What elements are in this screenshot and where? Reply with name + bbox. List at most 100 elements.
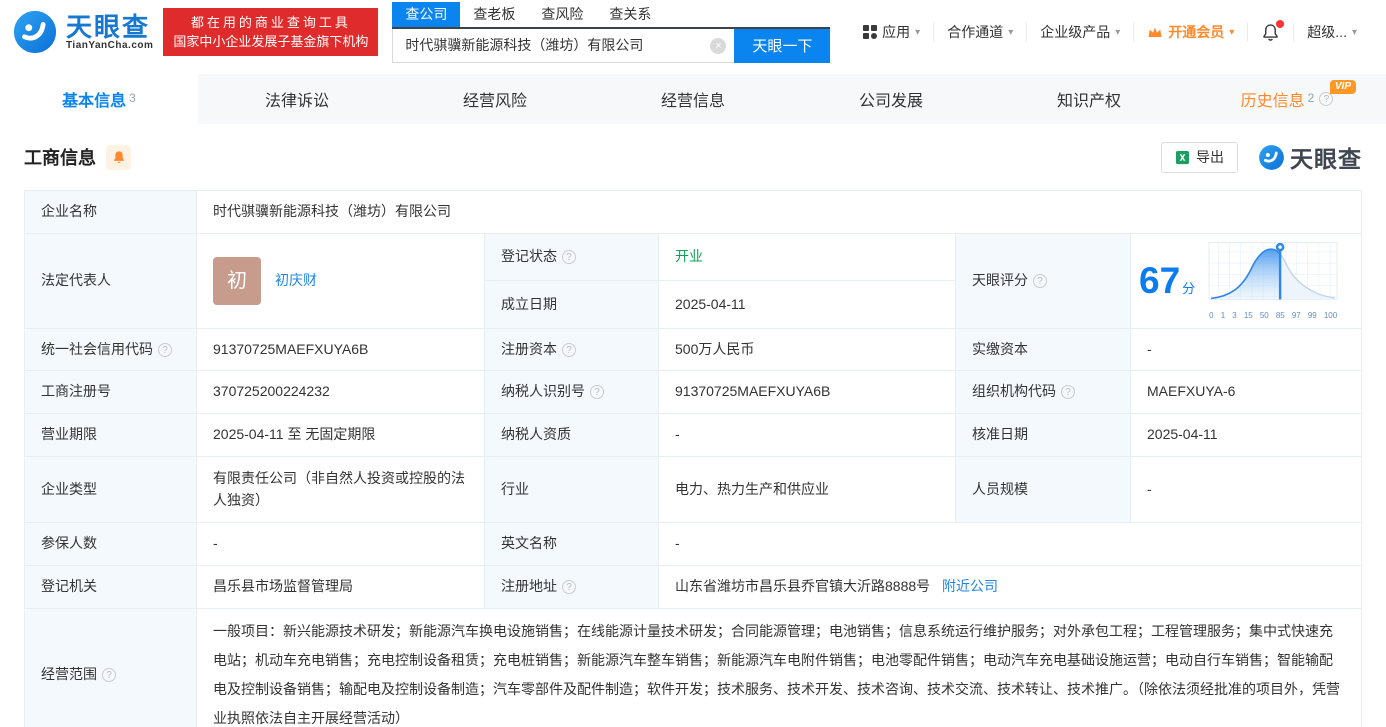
table-row: 登记机关 昌乐县市场监督管理局 注册地址? 山东省潍坊市昌乐县乔官镇大沂路888…: [24, 565, 1362, 610]
field-label: 注册资本?: [484, 328, 659, 372]
score-unit: 分: [1182, 281, 1196, 297]
credit-code-value: 91370725MAEFXUYA6B: [196, 328, 485, 372]
field-label: 参保人数: [24, 522, 197, 567]
search-tabs: 查公司 查老板 查风险 查关系: [392, 1, 831, 29]
help-icon[interactable]: ?: [1061, 385, 1075, 400]
bell-icon: [113, 150, 124, 163]
clear-search-icon[interactable]: ×: [710, 37, 727, 54]
export-label: 导出: [1196, 149, 1224, 165]
tab-operating-info[interactable]: 经营信息: [594, 74, 792, 124]
nearby-companies-link[interactable]: 附近公司: [942, 578, 998, 594]
search-area: 查公司 查老板 查风险 查关系 × 天眼一下: [392, 1, 831, 63]
business-info-table: 企业名称 时代骐骥新能源科技（潍坊）有限公司 法定代表人 初 初庆财 登记状态?…: [24, 190, 1362, 727]
search-tab-relation[interactable]: 查关系: [596, 2, 664, 27]
menu-enterprise-products[interactable]: 企业级产品 ▾: [1026, 22, 1133, 42]
chevron-down-icon: ▾: [1115, 26, 1121, 38]
field-label: 纳税人识别号?: [484, 370, 659, 415]
paid-capital-value: -: [1130, 328, 1362, 372]
watermark-text: 天眼查: [1290, 146, 1362, 172]
brand-name: 天眼查: [66, 11, 151, 42]
chevron-down-icon: ▾: [1008, 26, 1014, 38]
help-icon[interactable]: ?: [1033, 274, 1047, 289]
tab-company-development[interactable]: 公司发展: [792, 74, 990, 124]
field-label: 登记状态?: [484, 233, 659, 281]
top-header: 天眼查 TianYanCha.com 都在用的商业查询工具 国家中小企业发展子基…: [0, 0, 1386, 64]
tab-history-info[interactable]: 历史信息 2 ? VIP: [1188, 74, 1386, 124]
tab-intellectual-property[interactable]: 知识产权: [990, 74, 1188, 124]
table-row: 工商注册号 370725200224232 纳税人识别号? 91370725MA…: [24, 370, 1362, 415]
brand-domain: TianYanCha.com: [66, 39, 154, 51]
export-button[interactable]: 导出: [1161, 141, 1238, 173]
menu-notifications[interactable]: [1247, 19, 1293, 42]
field-label: 纳税人资质: [484, 413, 659, 458]
menu-apps-label: 应用: [882, 24, 911, 40]
avatar[interactable]: 初: [213, 257, 261, 306]
menu-cooperation[interactable]: 合作通道 ▾: [933, 22, 1026, 42]
search-tab-risk[interactable]: 查风险: [528, 2, 596, 27]
subscribe-bell-badge[interactable]: [106, 144, 131, 170]
section-title: 工商信息: [24, 148, 96, 168]
search-tab-boss[interactable]: 查老板: [460, 2, 528, 27]
field-label: 成立日期: [484, 279, 659, 330]
menu-vip-label: 开通会员: [1168, 24, 1225, 40]
menu-super-vip[interactable]: 超级... ▾: [1293, 22, 1370, 42]
search-input[interactable]: [392, 28, 735, 63]
reg-status-value: 开业: [658, 233, 956, 281]
tianyancha-logo-icon: [13, 10, 57, 54]
promo-banner[interactable]: 都在用的商业查询工具 国家中小企业发展子基金旗下机构: [163, 8, 379, 56]
legal-rep-link[interactable]: 初庆财: [275, 270, 317, 292]
tab-legal-proceedings[interactable]: 法律诉讼: [198, 74, 396, 124]
field-label: 英文名称: [484, 522, 659, 567]
staff-size-value: -: [1130, 456, 1362, 524]
help-icon[interactable]: ?: [562, 580, 576, 595]
reg-capital-value: 500万人民币: [658, 328, 956, 372]
company-type-value: 有限责任公司（非自然人投资或控股的法人独资）: [196, 456, 485, 524]
apps-grid-icon: [863, 25, 878, 39]
excel-icon: [1175, 150, 1190, 164]
menu-vip[interactable]: 开通会员 ▾: [1133, 22, 1247, 42]
tab-basic-info[interactable]: 基本信息 3: [0, 74, 198, 124]
status-open-link[interactable]: 开业: [675, 248, 703, 264]
search-button[interactable]: 天眼一下: [734, 28, 831, 63]
menu-super-label: 超级...: [1307, 24, 1347, 40]
reg-address-cell: 山东省潍坊市昌乐县乔官镇大沂路8888号 附近公司: [658, 565, 1362, 610]
taxpayer-id-value: 91370725MAEFXUYA6B: [658, 370, 956, 415]
field-label: 天眼评分?: [955, 232, 1131, 330]
menu-apps[interactable]: 应用 ▾: [850, 22, 933, 42]
help-icon[interactable]: ?: [590, 385, 604, 400]
tab-basic-info-label: 基本信息: [62, 93, 127, 110]
help-icon[interactable]: ?: [158, 342, 172, 357]
reg-address-value: 山东省潍坊市昌乐县乔官镇大沂路8888号: [675, 578, 931, 595]
tab-operating-risk[interactable]: 经营风险: [396, 74, 594, 124]
approval-date-value: 2025-04-11: [1130, 413, 1362, 458]
top-menu: 应用 ▾ 合作通道 ▾ 企业级产品 ▾ 开通会员 ▾ 超级... ▾: [850, 19, 1370, 42]
vip-badge: VIP: [1329, 80, 1356, 94]
table-row: 经营范围? 一般项目：新兴能源技术研发；新能源汽车换电设施销售；在线能源计量技术…: [24, 608, 1362, 727]
help-icon[interactable]: ?: [562, 250, 576, 265]
help-icon[interactable]: ?: [562, 342, 576, 357]
company-nav-tabs: 基本信息 3 法律诉讼 经营风险 经营信息 公司发展 知识产权 历史信息 2 ?…: [0, 74, 1386, 124]
field-label: 实缴资本: [955, 328, 1131, 372]
main-content: 工商信息 导出 天眼查 企业名称 时代骐骥新能源科技（潍坊）有限公司 法定代表人…: [0, 124, 1386, 727]
help-icon[interactable]: ?: [102, 668, 116, 683]
field-label: 注册地址?: [484, 565, 659, 610]
tab-basic-info-count: 3: [129, 91, 136, 105]
field-label: 组织机构代码?: [955, 370, 1131, 415]
field-label: 企业类型: [24, 456, 197, 524]
tyc-score-cell: 67 分 0 1 3 15 50 85 97 99 100: [1130, 232, 1362, 330]
table-row: 参保人数 - 英文名称 -: [24, 522, 1362, 567]
help-icon[interactable]: ?: [1319, 92, 1334, 106]
insured-count-value: -: [196, 522, 485, 567]
establish-date-value: 2025-04-11: [658, 279, 956, 330]
search-tab-company[interactable]: 查公司: [392, 1, 461, 27]
reg-number-value: 370725200224232: [196, 370, 485, 415]
score-distribution-chart: 0 1 3 15 50 85 97 99 100: [1207, 240, 1339, 322]
promo-banner-line1: 都在用的商业查询工具: [190, 15, 351, 30]
taxpayer-quality-value: -: [658, 413, 956, 458]
org-code-value: MAEFXUYA-6: [1130, 370, 1362, 415]
tianyancha-watermark-icon: [1259, 144, 1284, 170]
menu-enterprise-label: 企业级产品: [1040, 24, 1111, 40]
table-row: 企业名称 时代骐骥新能源科技（潍坊）有限公司: [24, 190, 1362, 234]
tianyancha-logo[interactable]: 天眼查 TianYanCha.com: [12, 9, 153, 55]
industry-value: 电力、热力生产和供应业: [658, 456, 956, 524]
